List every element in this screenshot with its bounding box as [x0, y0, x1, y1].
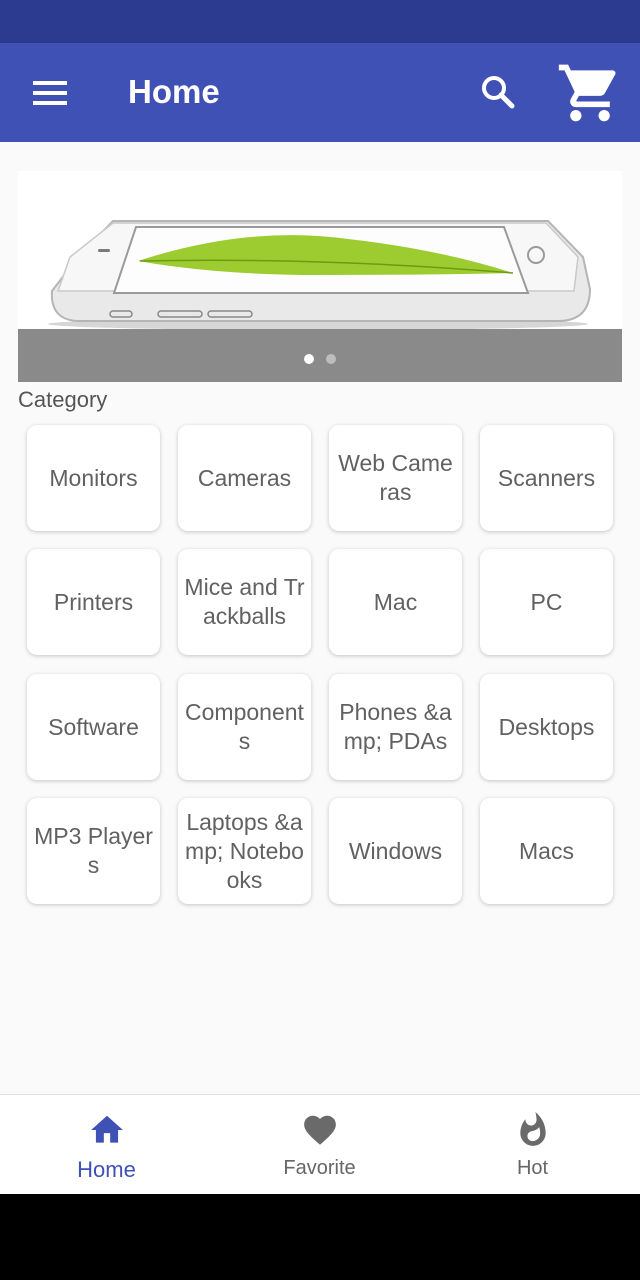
category-tile[interactable]: Printers [27, 549, 160, 655]
category-tile[interactable]: Cameras [178, 425, 311, 531]
app-bar: Home [0, 43, 640, 142]
banner-indicator-bar [18, 329, 622, 382]
nav-item-favorite[interactable]: Favorite [213, 1095, 426, 1195]
category-tile[interactable]: Components [178, 674, 311, 780]
nav-label: Hot [516, 1157, 549, 1179]
category-tile[interactable]: Desktops [480, 674, 613, 780]
cart-icon [558, 64, 616, 122]
system-navigation-bar [0, 1194, 640, 1280]
bottom-navigation: Home Favorite Hot [0, 1094, 640, 1194]
category-tile[interactable]: Phones &amp; PDAs [329, 674, 462, 780]
category-tile[interactable]: Macs [480, 798, 613, 904]
iphone-leaf-image [18, 171, 622, 330]
status-bar [0, 0, 640, 43]
flame-icon [519, 1112, 546, 1146]
nav-item-home[interactable]: Home [0, 1095, 213, 1195]
category-tile[interactable]: Scanners [480, 425, 613, 531]
nav-label: Home [77, 1157, 136, 1182]
search-button[interactable] [474, 68, 522, 116]
category-tile[interactable]: Windows [329, 798, 462, 904]
category-tile[interactable]: MP3 Players [27, 798, 160, 904]
page-title: Home [128, 73, 220, 110]
category-tile[interactable]: Mac [329, 549, 462, 655]
carousel-dot[interactable] [326, 354, 336, 364]
carousel-dot-active[interactable] [304, 354, 314, 364]
category-heading: Category [18, 387, 108, 412]
heart-icon [303, 1115, 336, 1145]
category-tile[interactable]: Laptops &amp; Notebooks [178, 798, 311, 904]
nav-label: Favorite [283, 1157, 356, 1179]
category-tile[interactable]: Web Cameras [329, 425, 462, 531]
category-tile[interactable]: Software [27, 674, 160, 780]
menu-icon [33, 81, 67, 105]
nav-item-hot[interactable]: Hot [426, 1095, 639, 1195]
search-icon [482, 76, 515, 109]
home-icon [90, 1115, 123, 1143]
cart-button[interactable] [556, 59, 624, 127]
home-content: Category Monitors Cameras Web Cameras Sc… [0, 142, 640, 1094]
category-tile[interactable]: Mice and Trackballs [178, 549, 311, 655]
banner-carousel[interactable] [18, 171, 622, 382]
menu-button[interactable] [22, 70, 78, 116]
category-tile[interactable]: Monitors [27, 425, 160, 531]
category-tile[interactable]: PC [480, 549, 613, 655]
